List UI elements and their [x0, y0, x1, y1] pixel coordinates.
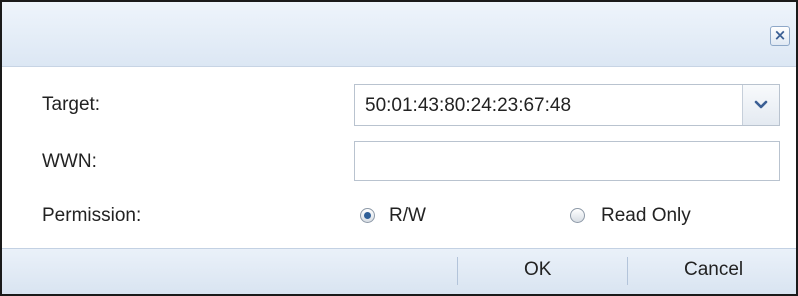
chevron-down-svg	[754, 100, 768, 109]
footer-separator	[627, 257, 628, 285]
permission-readonly-label[interactable]: Read Only	[601, 205, 691, 227]
wwn-input[interactable]	[354, 141, 780, 181]
dialog-footer: OK Cancel	[2, 248, 796, 294]
target-label: Target:	[42, 94, 101, 115]
dialog-titlebar: ×	[2, 2, 796, 67]
permission-rw-label[interactable]: R/W	[389, 205, 426, 227]
target-select-value: 50:01:43:80:24:23:67:48	[365, 95, 572, 116]
wwn-label: WWN:	[42, 151, 97, 172]
target-select[interactable]: 50:01:43:80:24:23:67:48	[354, 84, 780, 126]
dialog: × Target: 50:01:43:80:24:23:67:48 WWN: P…	[0, 0, 798, 296]
cancel-button[interactable]: Cancel	[684, 259, 743, 281]
close-icon[interactable]: ×	[770, 26, 790, 46]
ok-button[interactable]: OK	[524, 259, 551, 281]
footer-separator	[457, 257, 458, 285]
permission-label: Permission:	[42, 205, 142, 226]
chevron-down-icon[interactable]	[742, 85, 779, 125]
permission-rw-radio[interactable]	[360, 208, 375, 223]
permission-readonly-radio[interactable]	[570, 208, 585, 223]
